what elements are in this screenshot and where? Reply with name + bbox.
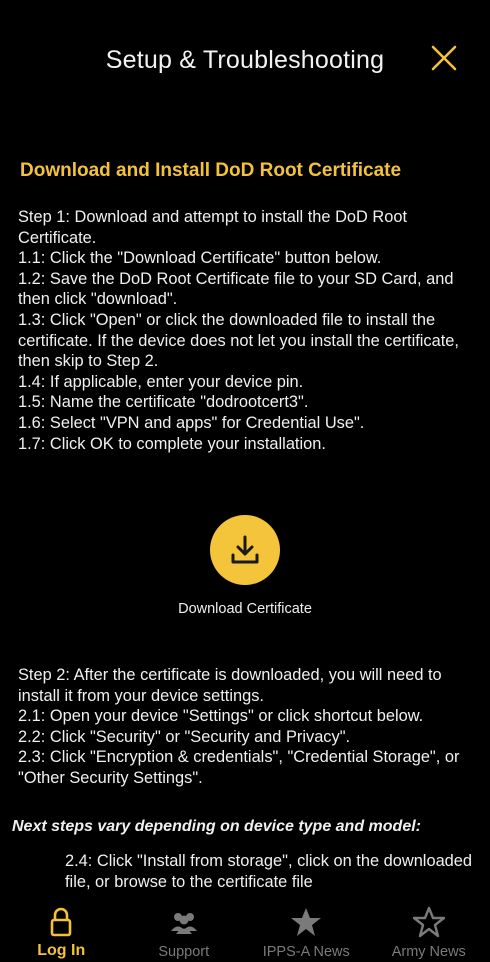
tab-label: Support: [158, 944, 210, 960]
star-icon: [291, 908, 322, 936]
step2-list: Step 2: After the certificate is downloa…: [18, 665, 488, 789]
tab-label: IPPS-A News: [262, 944, 350, 960]
page-title: Setup & Troubleshooting: [105, 46, 385, 74]
download-certificate-label[interactable]: Download Certificate: [0, 601, 490, 617]
bottom-tab-bar: Log In Support IPPS-A News Army News: [0, 902, 490, 962]
step24-line: 2.4: Click "Install from storage", click…: [65, 852, 473, 891]
step2-line: Step 2: After the certificate is downloa…: [18, 666, 442, 705]
section-title: Download and Install DoD Root Certificat…: [20, 160, 402, 181]
lock-icon: [50, 907, 72, 937]
close-icon: [431, 45, 457, 71]
step1-line: 1.1: Click the "Download Certificate" bu…: [18, 249, 382, 268]
step1-line: 1.2: Save the DoD Root Certificate file …: [18, 269, 454, 309]
step2-line: 2.1: Open your device "Settings" or clic…: [18, 707, 424, 726]
tab-log-in[interactable]: Log In: [0, 902, 123, 962]
step1-line: 1.3: Click "Open" or click the downloade…: [18, 310, 459, 371]
tab-support[interactable]: Support: [123, 902, 246, 962]
download-icon: [231, 535, 259, 564]
tab-ipps-a-news[interactable]: IPPS-A News: [245, 902, 368, 962]
download-section: Download Certificate: [0, 515, 490, 617]
step1-line: 1.5: Name the certificate "dodrootcert3"…: [18, 393, 309, 412]
tab-label: Army News: [391, 944, 466, 960]
tab-label: Log In: [37, 942, 86, 959]
download-certificate-button[interactable]: [210, 515, 280, 585]
header: Setup & Troubleshooting: [0, 0, 490, 130]
step2-line: 2.3: Click "Encryption & credentials", "…: [18, 748, 460, 787]
star-outline-icon: [412, 906, 445, 938]
step1-line: Step 1: Download and attempt to install …: [18, 208, 408, 247]
close-button[interactable]: [428, 42, 460, 74]
step1-line: 1.7: Click OK to complete your installat…: [18, 434, 326, 453]
step1-line: 1.4: If applicable, enter your device pi…: [18, 372, 304, 391]
step1-list: Step 1: Download and attempt to install …: [18, 207, 480, 454]
instructions-content: Download and Install DoD Root Certificat…: [18, 160, 480, 454]
step2-line: 2.2: Click "Security" or "Security and P…: [18, 727, 351, 746]
step1-line: 1.6: Select "VPN and apps" for Credentia…: [18, 413, 365, 432]
people-icon: [170, 913, 197, 934]
tab-army-news[interactable]: Army News: [368, 902, 490, 962]
next-steps-note: Next steps vary depending on device type…: [12, 818, 421, 835]
